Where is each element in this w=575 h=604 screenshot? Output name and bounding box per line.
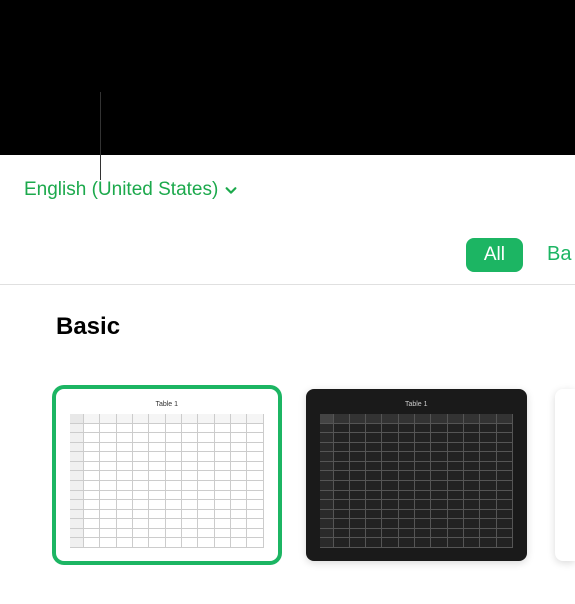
template-gallery: Basic Table 1 bbox=[0, 285, 575, 604]
template-blank-dark[interactable]: Table 1 bbox=[306, 389, 528, 561]
filter-basic-label: Ba bbox=[547, 243, 571, 265]
filter-all-label: All bbox=[484, 244, 505, 265]
top-spacer bbox=[0, 0, 575, 155]
filter-all-button[interactable]: All bbox=[466, 238, 523, 272]
language-selector[interactable]: English (United States) bbox=[24, 179, 238, 201]
spreadsheet-preview-icon bbox=[320, 414, 514, 548]
template-next-peek[interactable] bbox=[555, 389, 575, 561]
template-row: Table 1 bbox=[56, 389, 575, 561]
header-bar: English (United States) bbox=[0, 155, 575, 225]
template-title: Table 1 bbox=[405, 401, 428, 408]
chevron-down-icon bbox=[224, 183, 238, 197]
section-title: Basic bbox=[56, 313, 575, 341]
spreadsheet-preview-icon bbox=[70, 414, 264, 548]
template-blank-light[interactable]: Table 1 bbox=[56, 389, 278, 561]
template-title: Table 1 bbox=[155, 401, 178, 408]
filter-basic-button[interactable]: Ba bbox=[547, 243, 575, 266]
language-selected-label: English (United States) bbox=[24, 179, 218, 201]
callout-indicator-line bbox=[100, 92, 101, 180]
filter-bar: All Ba bbox=[0, 225, 575, 285]
